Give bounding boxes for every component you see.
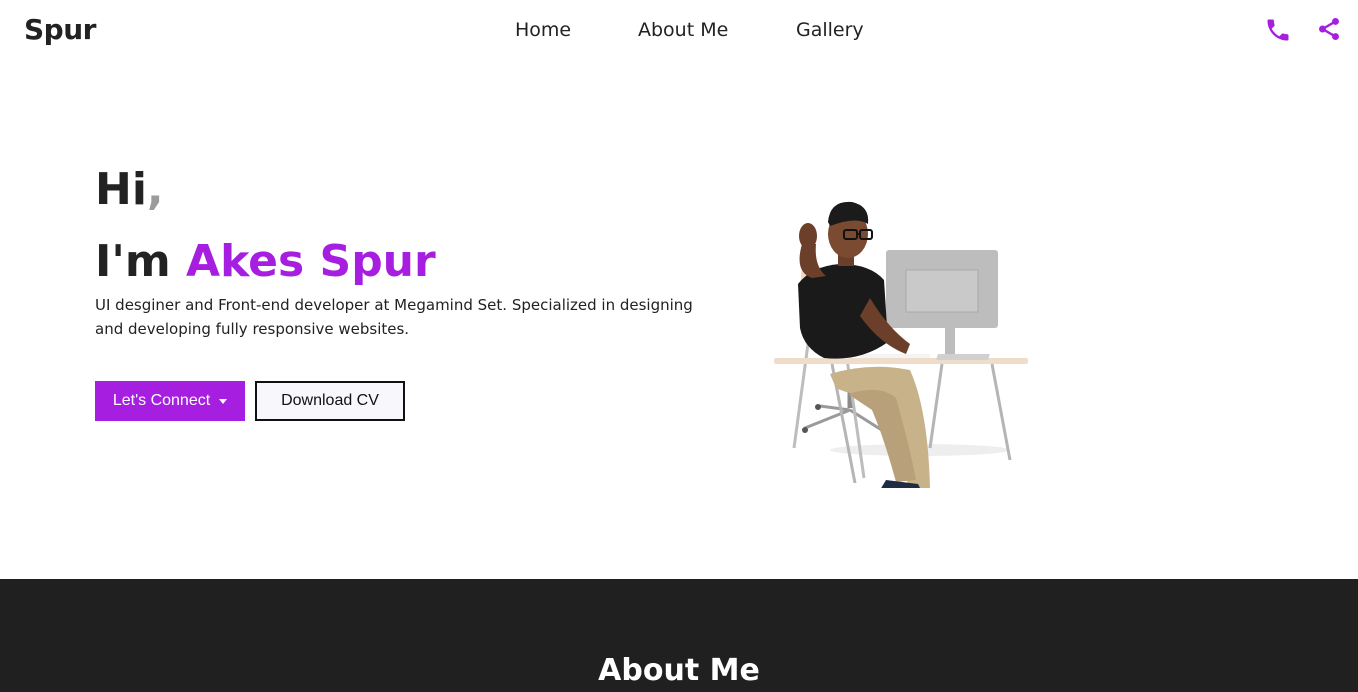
about-section: About Me [0, 579, 1358, 692]
greeting-text: Hi [95, 164, 147, 215]
lets-connect-label: Let's Connect [112, 392, 211, 409]
intro-name: Akes Spur [186, 236, 436, 287]
nav-link-about-me[interactable]: About Me [638, 19, 728, 41]
brand-logo[interactable]: Spur [24, 13, 96, 46]
intro-prefix: I'm [95, 236, 187, 287]
download-cv-button[interactable]: Download CV [255, 381, 405, 421]
intro-heading: I'm Akes Spur [95, 240, 436, 284]
caret-down-icon [219, 398, 228, 404]
phone-icon[interactable] [1264, 16, 1292, 44]
navbar: Spur Home About Me Gallery [0, 0, 1358, 64]
hero-section: Hi, I'm Akes Spur UI desginer and Front-… [0, 64, 1358, 579]
about-title: About Me [598, 653, 760, 688]
nav-link-home[interactable]: Home [515, 19, 571, 41]
hero-description: UI desginer and Front-end developer at M… [95, 296, 693, 338]
greeting-heading: Hi, [95, 168, 164, 212]
developer-illustration [760, 148, 1050, 502]
share-icon[interactable] [1316, 16, 1344, 44]
greeting-comma: , [146, 164, 164, 215]
lets-connect-button[interactable]: Let's Connect [95, 381, 245, 421]
nav-link-gallery[interactable]: Gallery [796, 19, 864, 41]
